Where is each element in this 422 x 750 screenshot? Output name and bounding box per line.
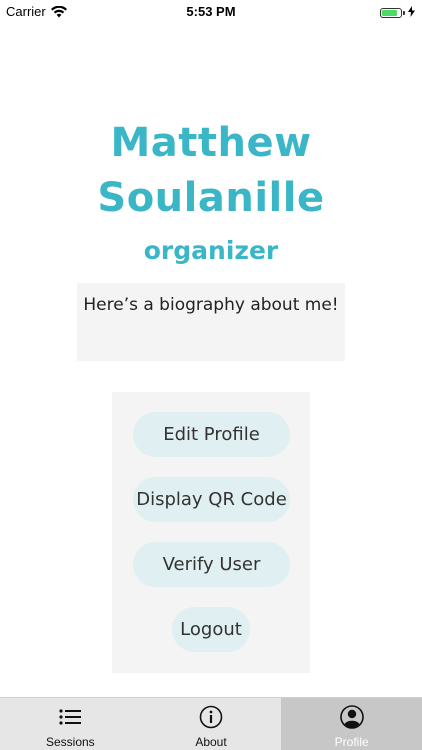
actions-panel: Edit Profile Display QR Code Verify User… xyxy=(112,392,310,673)
verify-user-button[interactable]: Verify User xyxy=(133,542,290,587)
biography-text: Here’s a biography about me! xyxy=(83,295,339,315)
profile-name: Matthew Soulanille xyxy=(0,116,422,226)
edit-profile-button[interactable]: Edit Profile xyxy=(133,412,290,457)
tab-about-label: About xyxy=(195,735,227,749)
profile-screen: Carrier 5:53 PM Matthew Soulanille organ xyxy=(0,0,422,750)
profile-name-last: Soulanille xyxy=(97,175,325,221)
biography-box: Here’s a biography about me! xyxy=(77,283,345,361)
charging-bolt-icon xyxy=(408,5,415,20)
battery-indicator xyxy=(380,5,415,20)
tab-sessions-label: Sessions xyxy=(45,735,95,749)
tab-bar: Sessions About Profile xyxy=(0,697,422,750)
display-qr-code-button[interactable]: Display QR Code xyxy=(133,477,290,522)
profile-icon xyxy=(339,705,364,729)
list-icon xyxy=(59,705,82,729)
battery-tip xyxy=(403,10,405,15)
tab-sessions[interactable]: Sessions xyxy=(0,698,141,750)
profile-name-first: Matthew xyxy=(110,120,312,166)
info-icon xyxy=(199,705,223,729)
logout-button[interactable]: Logout xyxy=(172,607,250,652)
tab-profile-label: Profile xyxy=(334,735,369,749)
profile-role: organizer xyxy=(143,236,279,265)
tab-profile[interactable]: Profile xyxy=(281,698,422,750)
status-bar: Carrier 5:53 PM xyxy=(0,0,422,22)
battery-icon xyxy=(380,7,402,18)
battery-fill xyxy=(382,9,398,16)
status-time: 5:53 PM xyxy=(186,4,236,19)
tab-about[interactable]: About xyxy=(141,698,282,750)
